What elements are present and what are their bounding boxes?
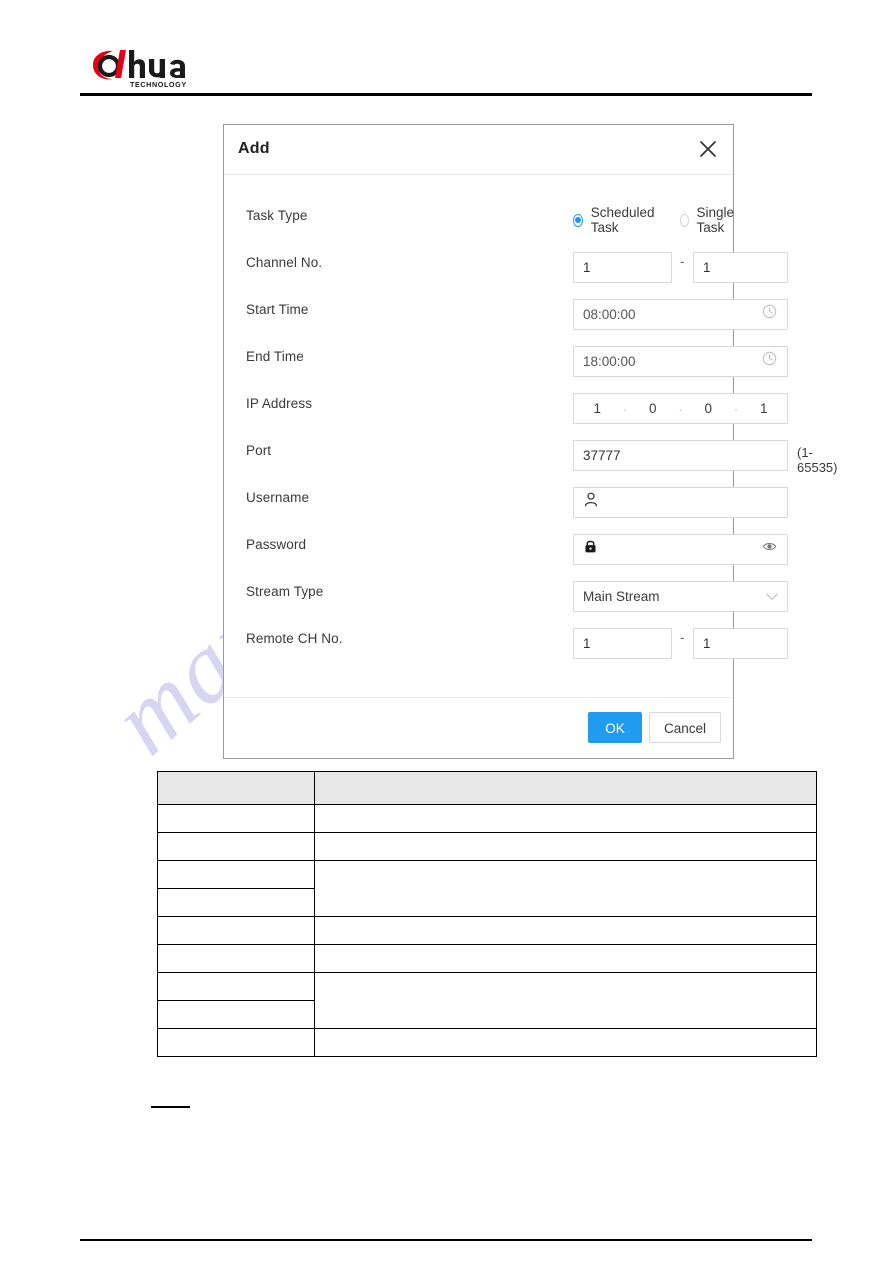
table-cell-name — [156, 832, 316, 861]
header-divider — [80, 93, 812, 96]
ip-segment-4[interactable]: 1 — [741, 401, 788, 416]
field-row-stream-type: Stream Type Main Stream — [224, 573, 788, 620]
channel-no-start-input[interactable] — [573, 252, 672, 283]
field-row-start-time: Start Time — [224, 291, 788, 338]
radio-label-scheduled: Scheduled Task — [590, 205, 655, 235]
table-row — [156, 804, 817, 833]
port-input[interactable] — [573, 440, 788, 471]
dialog-footer: OK Cancel — [224, 697, 733, 758]
end-time-input[interactable] — [573, 346, 788, 377]
table-cell-name — [156, 888, 316, 917]
remote-ch-no-start-input[interactable] — [573, 628, 672, 659]
field-row-channel-no: Channel No. - — [224, 244, 788, 291]
table-cell-name — [156, 860, 316, 889]
password-input[interactable] — [573, 534, 788, 565]
table-cell-desc — [314, 1028, 817, 1057]
page-header: TECHNOLOGY — [80, 42, 812, 97]
ip-segment-3[interactable]: 0 — [685, 401, 732, 416]
dialog-title: Add — [238, 140, 270, 157]
field-row-password: Password — [224, 526, 788, 573]
ip-separator: . — [734, 399, 738, 415]
radio-scheduled-task[interactable]: Scheduled Task — [573, 205, 658, 235]
add-task-dialog: Add Task Type Scheduled Task Single Task — [223, 124, 837, 759]
task-type-radio-group: Scheduled Task Single Task — [573, 205, 760, 235]
channel-no-end-input[interactable] — [693, 252, 788, 283]
table-cell-name — [156, 1028, 316, 1057]
table-row — [156, 916, 817, 945]
table-cell-name — [156, 916, 316, 945]
table-cell-name — [156, 944, 316, 973]
ok-button[interactable]: OK — [588, 712, 642, 743]
table-cell-name — [156, 1000, 316, 1029]
field-row-remote-ch-no: Remote CH No. - — [224, 620, 788, 667]
username-label: Username — [246, 490, 310, 505]
table-cell-desc — [314, 860, 817, 917]
cancel-button[interactable]: Cancel — [649, 712, 721, 743]
close-icon[interactable] — [697, 138, 719, 160]
dialog-body: Task Type Scheduled Task Single Task Cha… — [224, 175, 837, 697]
end-time-label: End Time — [246, 349, 304, 364]
table-header-cell-1 — [156, 771, 316, 805]
table-header-row — [156, 771, 817, 805]
channel-no-separator: - — [680, 254, 685, 269]
ip-segment-1[interactable]: 1 — [574, 401, 621, 416]
password-label: Password — [246, 537, 307, 552]
table-cell-desc — [314, 804, 817, 833]
description-table — [156, 771, 817, 1057]
ip-separator: . — [678, 399, 683, 415]
radio-mark-single — [679, 213, 689, 227]
ip-address-input[interactable]: 1 . 0 . 0 . 1 — [573, 393, 788, 424]
table-row — [156, 1028, 817, 1057]
field-row-end-time: End Time — [224, 338, 788, 385]
field-row-ip-address: IP Address 1 . 0 . 0 . 1 — [224, 385, 788, 432]
field-row-port: Port (1-65535) — [224, 432, 837, 479]
stream-type-label: Stream Type — [246, 584, 324, 599]
table-cell-name — [156, 972, 316, 1001]
stream-type-value: Main Stream — [583, 589, 660, 604]
radio-single-task[interactable]: Single Task — [679, 205, 739, 235]
remote-ch-no-separator: - — [680, 630, 685, 645]
table-cell-desc — [314, 832, 817, 861]
field-row-username: Username — [224, 479, 788, 526]
table-row — [156, 944, 817, 973]
page-footer-divider — [80, 1239, 812, 1241]
table-row — [156, 972, 817, 1029]
table-cell-name — [156, 804, 316, 833]
table-cell-desc — [314, 944, 817, 973]
username-input[interactable] — [573, 487, 788, 518]
field-row-task-type: Task Type Scheduled Task Single Task — [224, 197, 734, 244]
start-time-label: Start Time — [246, 302, 309, 317]
ip-segment-2[interactable]: 0 — [630, 401, 677, 416]
port-range-hint: (1-65535) — [797, 445, 838, 475]
radio-mark-scheduled — [573, 213, 583, 227]
dialog-header: Add — [224, 125, 733, 175]
svg-text:TECHNOLOGY: TECHNOLOGY — [130, 80, 187, 89]
table-row — [156, 860, 817, 917]
start-time-input[interactable] — [573, 299, 788, 330]
table-header-cell-2 — [314, 771, 817, 805]
ip-separator: . — [623, 399, 627, 415]
remote-ch-no-label: Remote CH No. — [246, 631, 343, 646]
chevron-down-icon — [766, 593, 778, 601]
remote-ch-no-end-input[interactable] — [693, 628, 788, 659]
table-row — [156, 832, 817, 861]
dahua-logo: TECHNOLOGY — [89, 48, 207, 90]
task-type-label: Task Type — [246, 208, 308, 223]
stream-type-select[interactable]: Main Stream — [573, 581, 788, 612]
table-cell-desc — [314, 916, 817, 945]
footnote-separator — [151, 1106, 190, 1108]
radio-label-single: Single Task — [696, 205, 735, 235]
port-label: Port — [246, 443, 272, 458]
ip-address-label: IP Address — [246, 396, 313, 411]
channel-no-label: Channel No. — [246, 255, 323, 270]
table-cell-desc — [314, 972, 817, 1029]
